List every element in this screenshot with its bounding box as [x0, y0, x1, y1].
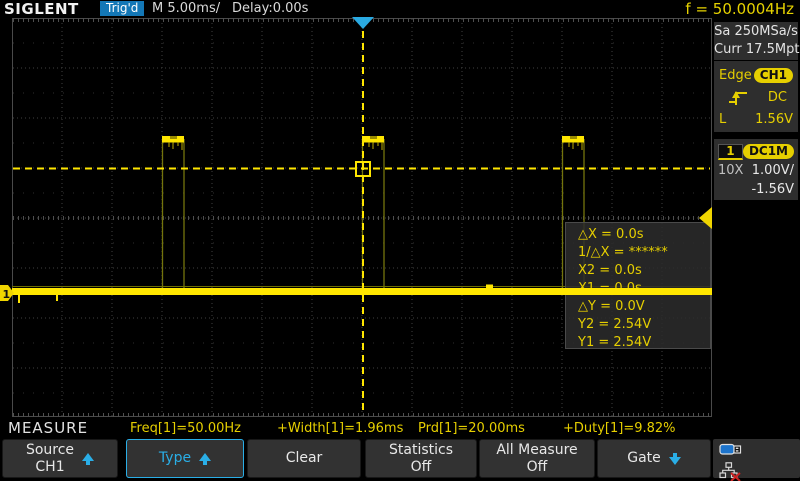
cursor-y2: Y2 = 2.54V — [566, 316, 710, 334]
cursor-y1: Y1 = 2.54V — [566, 334, 710, 352]
channel1-info-box: 1 DC1M 10X 1.00V/ -1.56V — [714, 139, 798, 200]
clear-button[interactable]: Clear — [247, 439, 361, 478]
channel1-coupling-badge: DC1M — [743, 144, 794, 159]
measurement-pos-width: +Width[1]=1.96ms — [277, 421, 403, 436]
source-button[interactable]: Source CH1 — [2, 439, 118, 478]
trigger-level-value: 1.56V — [755, 112, 793, 127]
header-bar: SIGLENT Trig'd M 5.00ms/ Delay:0.00s f =… — [0, 0, 800, 17]
softkey-menu: Source CH1 Type Clear Statistics Off All… — [0, 437, 800, 480]
cursor-delta-x: △X = 0.0s — [566, 226, 710, 244]
cursor-x2: X2 = 0.0s — [566, 262, 710, 280]
trigger-level-marker[interactable] — [699, 207, 712, 229]
measurement-pos-duty: +Duty[1]=9.82% — [563, 421, 676, 436]
trigger-coupling: DC — [768, 90, 787, 105]
lan-disconnected-icon — [719, 462, 743, 481]
frequency-counter: f = 50.0004Hz — [685, 0, 794, 18]
right-sidebar: Sa 250MSa/s Curr 17.5Mpts Edge CH1 DC L … — [712, 17, 800, 418]
down-arrow-icon — [669, 453, 681, 465]
ch1-ground-marker[interactable]: 1 — [0, 285, 14, 301]
measure-bar: MEASURE Freq[1]=50.00Hz +Width[1]=1.96ms… — [0, 418, 800, 437]
gate-button-label: Gate — [627, 450, 661, 467]
rising-edge-icon — [727, 89, 751, 106]
clear-button-label: Clear — [286, 450, 323, 467]
channel1-number-tab: 1 — [718, 144, 743, 160]
measurement-period: Prd[1]=20.00ms — [418, 421, 525, 436]
trigger-position-marker[interactable] — [352, 17, 374, 29]
memory-depth: Curr 17.5Mpts — [714, 41, 798, 59]
scope-graticule-svg: 1 — [0, 17, 712, 418]
statistics-button[interactable]: Statistics Off — [365, 439, 477, 478]
statistics-button-label: Statistics — [389, 442, 453, 459]
trigger-level-label: L — [719, 112, 726, 127]
source-button-label: Source — [26, 442, 74, 459]
type-button-label: Type — [159, 450, 191, 467]
statistics-button-state: Off — [389, 459, 453, 476]
channel1-probe: 10X — [718, 163, 743, 178]
gate-button[interactable]: Gate — [597, 439, 711, 478]
sample-rate: Sa 250MSa/s — [714, 23, 798, 41]
trigger-mode: Edge — [719, 68, 752, 83]
measure-title: MEASURE — [8, 419, 88, 437]
channel1-offset: -1.56V — [751, 182, 794, 197]
all-measure-button[interactable]: All Measure Off — [479, 439, 595, 478]
up-arrow-icon — [82, 453, 94, 465]
delay-readout: Delay:0.00s — [232, 1, 308, 16]
type-button[interactable]: Type — [126, 439, 244, 478]
waveform-display: 1 △X = 0.0s 1/△X = ****** X2 = 0.0s X1 =… — [0, 17, 800, 418]
cursor-readout-panel: △X = 0.0s 1/△X = ****** X2 = 0.0s X1 = 0… — [565, 222, 711, 349]
trigger-source-badge: CH1 — [754, 68, 793, 83]
all-measure-button-state: Off — [496, 459, 577, 476]
usb-icon — [719, 442, 743, 457]
trigger-info-box: Edge CH1 DC L 1.56V — [714, 61, 798, 132]
status-icon-panel — [713, 439, 800, 478]
cursor-inv-delta-x: 1/△X = ****** — [566, 244, 710, 262]
cursor-delta-y: △Y = 0.0V — [566, 298, 710, 316]
up-arrow-icon — [199, 453, 211, 465]
ch1-baseline-over-panel — [565, 288, 712, 295]
trigger-status-badge: Trig'd — [100, 1, 144, 16]
svg-text:1: 1 — [3, 288, 11, 301]
source-button-value: CH1 — [26, 459, 74, 476]
all-measure-button-label: All Measure — [496, 442, 577, 459]
timebase-readout: M 5.00ms/ — [152, 1, 220, 16]
measurement-freq: Freq[1]=50.00Hz — [130, 421, 241, 436]
acquisition-info-box: Sa 250MSa/s Curr 17.5Mpts — [714, 22, 798, 60]
siglent-logo: SIGLENT — [4, 0, 79, 18]
channel1-volts-div: 1.00V/ — [752, 163, 794, 178]
